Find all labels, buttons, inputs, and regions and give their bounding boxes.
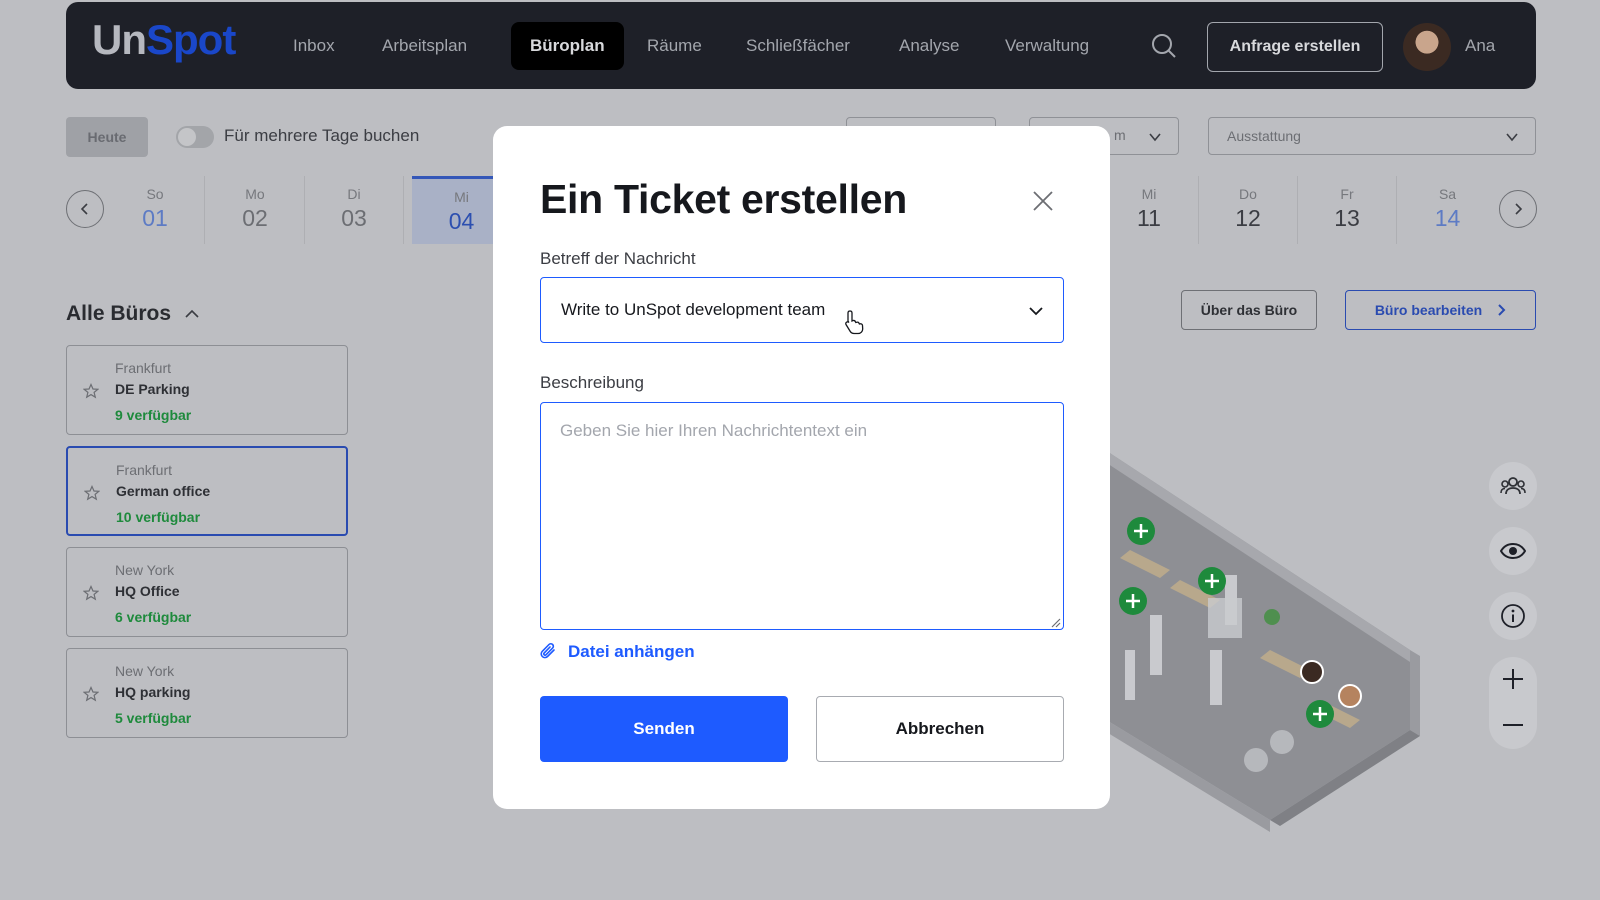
office-card-selected[interactable]: Frankfurt German office 10 verfügbar	[66, 446, 348, 536]
zoom-control	[1489, 657, 1537, 749]
chevron-right-icon	[1515, 203, 1523, 215]
subject-value: Write to UnSpot development team	[561, 300, 826, 319]
today-button[interactable]: Heute	[66, 117, 148, 157]
all-offices-title: Alle Büros	[66, 302, 172, 325]
people-icon	[1500, 477, 1526, 495]
nav-item-analyse[interactable]: Analyse	[880, 22, 978, 70]
about-office-button[interactable]: Über das Büro	[1181, 290, 1317, 330]
dialog-title: Ein Ticket erstellen	[540, 176, 907, 222]
cancel-button[interactable]: Abbrechen	[816, 696, 1064, 762]
nav-item-raeume[interactable]: Räume	[628, 22, 721, 70]
description-textarea[interactable]	[540, 402, 1064, 630]
visibility-button[interactable]	[1489, 527, 1537, 575]
date-cell[interactable]: Do 12	[1199, 176, 1298, 244]
subject-label: Betreff der Nachricht	[540, 249, 696, 268]
chevron-right-icon	[1498, 304, 1506, 316]
zoom-out-icon[interactable]	[1501, 713, 1525, 737]
info-button[interactable]	[1489, 592, 1537, 640]
hand-pointer-icon	[845, 310, 864, 335]
nav-item-verwaltung[interactable]: Verwaltung	[986, 22, 1108, 70]
office-card[interactable]: New York HQ Office 6 verfügbar	[66, 547, 348, 637]
date-cell[interactable]: Mi 11	[1100, 176, 1199, 244]
resize-handle-icon[interactable]	[1049, 616, 1061, 628]
edit-office-button[interactable]: Büro bearbeiten	[1345, 290, 1536, 330]
chevron-down-icon	[1149, 133, 1161, 142]
eye-icon	[1500, 542, 1526, 560]
nav-item-arbeitsplan[interactable]: Arbeitsplan	[363, 22, 486, 70]
next-week-button[interactable]	[1499, 190, 1537, 228]
unspot-logo[interactable]: UnSpot	[92, 16, 236, 64]
search-icon[interactable]	[1151, 33, 1177, 59]
date-cell[interactable]: So 01	[106, 176, 205, 244]
nav-item-schliessfaecher[interactable]: Schließfächer	[727, 22, 869, 70]
star-icon[interactable]	[83, 383, 99, 399]
user-name[interactable]: Ana	[1465, 36, 1495, 56]
star-icon[interactable]	[83, 585, 99, 601]
date-cell[interactable]: Fr 13	[1298, 176, 1397, 244]
send-button[interactable]: Senden	[540, 696, 788, 762]
equipment-dropdown[interactable]: Ausstattung	[1208, 117, 1536, 155]
create-ticket-dialog: Ein Ticket erstellen Betreff der Nachric…	[493, 126, 1110, 809]
top-navigation: UnSpot Inbox Arbeitsplan Büroplan Räume …	[66, 2, 1536, 89]
people-filter-button[interactable]	[1489, 462, 1537, 510]
chevron-up-icon[interactable]	[184, 306, 200, 322]
multi-day-toggle[interactable]	[176, 126, 214, 148]
subject-select[interactable]: Write to UnSpot development team	[540, 277, 1064, 343]
paperclip-icon	[540, 642, 555, 659]
zoom-in-icon[interactable]	[1501, 667, 1525, 691]
date-cell[interactable]: Di 03	[305, 176, 404, 244]
office-card[interactable]: Frankfurt DE Parking 9 verfügbar	[66, 345, 348, 435]
multi-day-label: Für mehrere Tage buchen	[224, 126, 420, 145]
previous-week-button[interactable]	[66, 190, 104, 228]
user-avatar[interactable]	[1403, 23, 1451, 71]
floor-plan-map[interactable]	[1090, 400, 1470, 840]
chevron-left-icon	[80, 203, 88, 215]
description-label: Beschreibung	[540, 373, 644, 392]
date-cell[interactable]: Sa 14	[1398, 176, 1497, 244]
create-request-button[interactable]: Anfrage erstellen	[1207, 22, 1383, 72]
star-icon[interactable]	[84, 485, 100, 501]
info-icon	[1501, 604, 1525, 628]
close-icon[interactable]	[1032, 190, 1054, 212]
nav-item-bueroplan[interactable]: Büroplan	[511, 22, 624, 70]
star-icon[interactable]	[83, 686, 99, 702]
nav-item-inbox[interactable]: Inbox	[274, 22, 354, 70]
chevron-down-icon	[1029, 307, 1043, 316]
chevron-down-icon	[1506, 133, 1518, 142]
office-card[interactable]: New York HQ parking 5 verfügbar	[66, 648, 348, 738]
date-cell[interactable]: Mo 02	[206, 176, 305, 244]
attach-file-link[interactable]: Datei anhängen	[540, 642, 695, 662]
